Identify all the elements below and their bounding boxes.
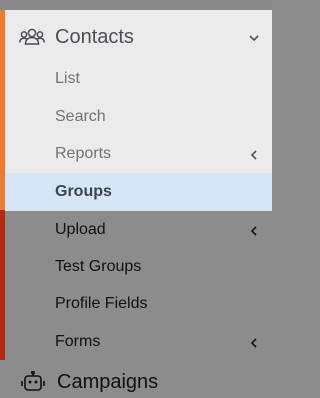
sidebar-item-groups[interactable]: Groups — [5, 173, 272, 211]
sidebar-section-label: Campaigns — [57, 370, 159, 393]
sidebar-item-label: Search — [55, 108, 106, 125]
sidebar-section-campaigns[interactable]: Campaigns — [5, 366, 272, 398]
sidebar-item-upload[interactable]: Upload — [5, 211, 272, 249]
sidebar-item-profile-fields[interactable]: Profile Fields — [5, 285, 272, 323]
sidebar-item-label: Profile Fields — [55, 295, 148, 312]
sidebar-item-test-groups[interactable]: Test Groups — [5, 248, 272, 286]
chevron-down-icon[interactable] — [248, 31, 260, 43]
chevron-left-icon — [248, 336, 260, 348]
sidebar-section-contacts[interactable]: Contacts — [5, 14, 272, 60]
chevron-left-icon — [248, 148, 260, 160]
chevron-left-icon — [248, 224, 260, 236]
contacts-group-icon — [19, 26, 45, 48]
sidebar-item-label: Reports — [55, 145, 112, 162]
sidebar-item-reports[interactable]: Reports — [5, 135, 272, 173]
sidebar-item-list[interactable]: List — [5, 60, 272, 98]
sidebar-item-search[interactable]: Search — [5, 98, 272, 136]
sidebar-item-label: Groups — [55, 183, 112, 200]
sidebar-item-label: Test Groups — [55, 258, 142, 275]
sidebar-item-label: List — [55, 70, 80, 87]
sidebar-item-forms[interactable]: Forms — [5, 323, 272, 361]
sidebar-item-label: Forms — [55, 333, 101, 350]
top-strip — [0, 0, 272, 10]
sidebar-section-label: Contacts — [55, 25, 134, 48]
robot-icon — [21, 370, 45, 393]
sidebar-item-label: Upload — [55, 221, 106, 238]
